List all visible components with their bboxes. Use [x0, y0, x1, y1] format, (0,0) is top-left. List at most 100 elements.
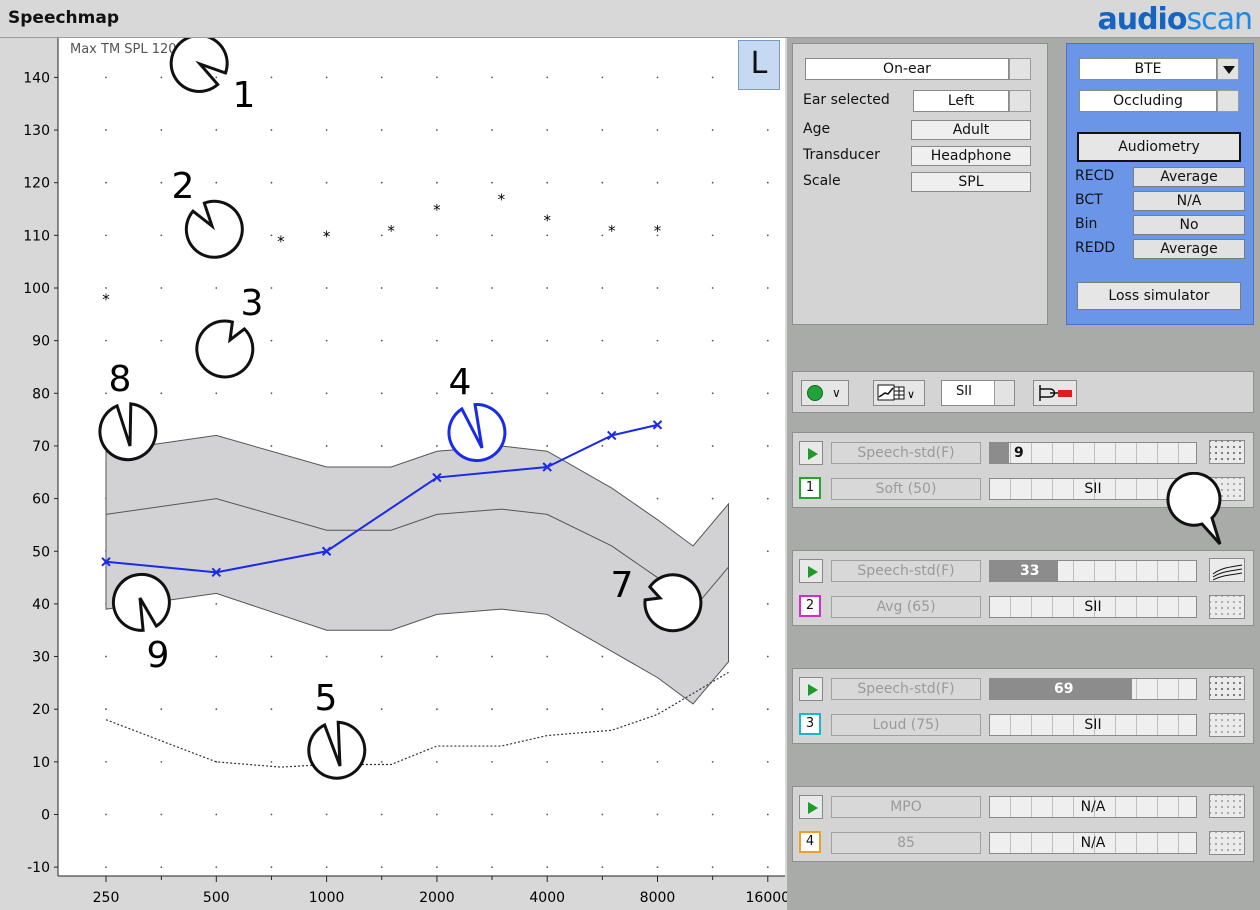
ear-dropdown-button[interactable]: [1009, 90, 1031, 112]
test-2-number-badge[interactable]: 2: [799, 595, 821, 617]
grid-dot: [766, 550, 769, 553]
probe-calibration-button[interactable]: [1033, 380, 1077, 406]
grid-dot: [601, 76, 604, 79]
grid-dot: [325, 339, 328, 342]
play-test-4-button[interactable]: [799, 795, 823, 819]
grid-dot: [546, 708, 549, 711]
test-2-curves-button[interactable]: [1209, 558, 1245, 582]
test-2-level[interactable]: Avg (65): [831, 596, 981, 618]
aid-style-select[interactable]: BTE: [1079, 58, 1217, 80]
grid-dot: [601, 129, 604, 131]
test-3-secondary-options[interactable]: [1209, 713, 1245, 737]
grid-dot: [325, 76, 328, 79]
test-4-number-badge[interactable]: 4: [799, 831, 821, 853]
test-3-options-button[interactable]: [1209, 676, 1245, 700]
grid-dot: [380, 813, 383, 816]
vent-dropdown[interactable]: [1217, 90, 1239, 112]
bin-value[interactable]: No: [1133, 215, 1245, 235]
grid-dot: [160, 866, 163, 869]
bct-value[interactable]: N/A: [1133, 191, 1245, 211]
grid-dot: [656, 708, 659, 711]
test-4-level[interactable]: 85: [831, 832, 981, 854]
loss-simulator-button[interactable]: Loss simulator: [1077, 282, 1241, 310]
transducer-value[interactable]: Headphone: [911, 146, 1031, 166]
grid-dot: [436, 445, 438, 447]
grid-dot: [215, 392, 218, 395]
grid-dot: [380, 445, 383, 447]
bct-label: BCT: [1075, 192, 1103, 208]
grid-dot: [601, 181, 604, 184]
grid-dot: [546, 655, 549, 658]
ear-selected-select[interactable]: Left: [913, 90, 1009, 112]
age-value[interactable]: Adult: [911, 120, 1031, 140]
test-1-signal[interactable]: Speech-std(F): [831, 442, 981, 464]
callout-bubble: [643, 573, 703, 633]
test-2-signal[interactable]: Speech-std(F): [831, 560, 981, 582]
aid-style-dropdown[interactable]: [1217, 58, 1239, 80]
test-4-options-button[interactable]: [1209, 794, 1245, 818]
grid-dot: [380, 234, 383, 237]
play-test-2-button[interactable]: [799, 559, 823, 583]
test-3-signal[interactable]: Speech-std(F): [831, 678, 981, 700]
grid-dot: [656, 129, 659, 131]
y-tick-label: 120: [23, 176, 50, 192]
redd-value[interactable]: Average: [1133, 239, 1245, 259]
grid-dot: [711, 813, 714, 816]
grid-dot: [105, 655, 107, 658]
grid-dot: [436, 129, 438, 131]
test-1-options-button[interactable]: [1209, 440, 1245, 464]
play-test-3-button[interactable]: [799, 677, 823, 701]
x-tick-label: 8000: [640, 890, 676, 906]
test-2-sii-value: 33: [1020, 563, 1040, 579]
sii-select[interactable]: SII: [941, 380, 1015, 406]
grid-dot: [270, 813, 273, 816]
test-1-number-badge[interactable]: 1: [799, 477, 821, 499]
grid-dot: [270, 655, 273, 658]
grid-dot: [601, 866, 604, 869]
graph-view-button[interactable]: ∨: [873, 380, 925, 406]
mode-dropdown-button[interactable]: [1009, 58, 1031, 80]
x-tick-label: 1000: [309, 890, 345, 906]
test-4-secondary-options[interactable]: [1209, 831, 1245, 855]
y-tick-label: 130: [23, 123, 50, 139]
callout-bubble: [1166, 472, 1222, 546]
grid-dot: [436, 813, 438, 816]
play-test-1-button[interactable]: [799, 441, 823, 465]
test-1-level[interactable]: Soft (50): [831, 478, 981, 500]
y-tick-label: 30: [32, 650, 50, 666]
grid-dot: [601, 813, 604, 816]
y-tick-label: 100: [23, 281, 50, 297]
recd-value[interactable]: Average: [1133, 167, 1245, 187]
callout-bubble: [195, 319, 255, 379]
probe-tube-icon: [1039, 385, 1072, 401]
grid-dot: [436, 708, 438, 711]
test-3-number-badge[interactable]: 3: [799, 713, 821, 735]
grid-dot: [546, 813, 549, 816]
grid-dot: [270, 287, 273, 289]
vent-select[interactable]: Occluding: [1079, 90, 1217, 112]
test-menu-button[interactable]: ∨: [801, 380, 849, 406]
grid-dot: [711, 445, 714, 447]
test-3-level[interactable]: Loud (75): [831, 714, 981, 736]
ear-toggle-button[interactable]: L: [738, 40, 780, 90]
scale-value[interactable]: SPL: [911, 172, 1031, 192]
test-2-secondary-meter: SII: [989, 596, 1197, 618]
y-tick-label: 140: [23, 70, 50, 86]
audiometry-button[interactable]: Audiometry: [1077, 132, 1241, 162]
grid-dot: [160, 813, 163, 816]
grid-dot: [766, 497, 769, 500]
test-4-signal[interactable]: MPO: [831, 796, 981, 818]
test-2-secondary-options[interactable]: [1209, 595, 1245, 619]
curves-icon: [1212, 564, 1243, 581]
grid-dot: [766, 603, 769, 605]
grid-dot: [711, 129, 714, 131]
grid-dot: [546, 181, 549, 184]
grid-dot: [491, 813, 493, 816]
sii-dropdown-button[interactable]: [994, 381, 1014, 405]
grid-dot: [491, 392, 493, 395]
grid-dot: [546, 339, 549, 342]
speechmap-chart[interactable]: 1401301201101009080706050403020100-10250…: [0, 38, 787, 910]
mode-select[interactable]: On-ear: [805, 58, 1009, 80]
grid-dot: [711, 339, 714, 342]
test-3-meter-label: SII: [1084, 717, 1102, 733]
